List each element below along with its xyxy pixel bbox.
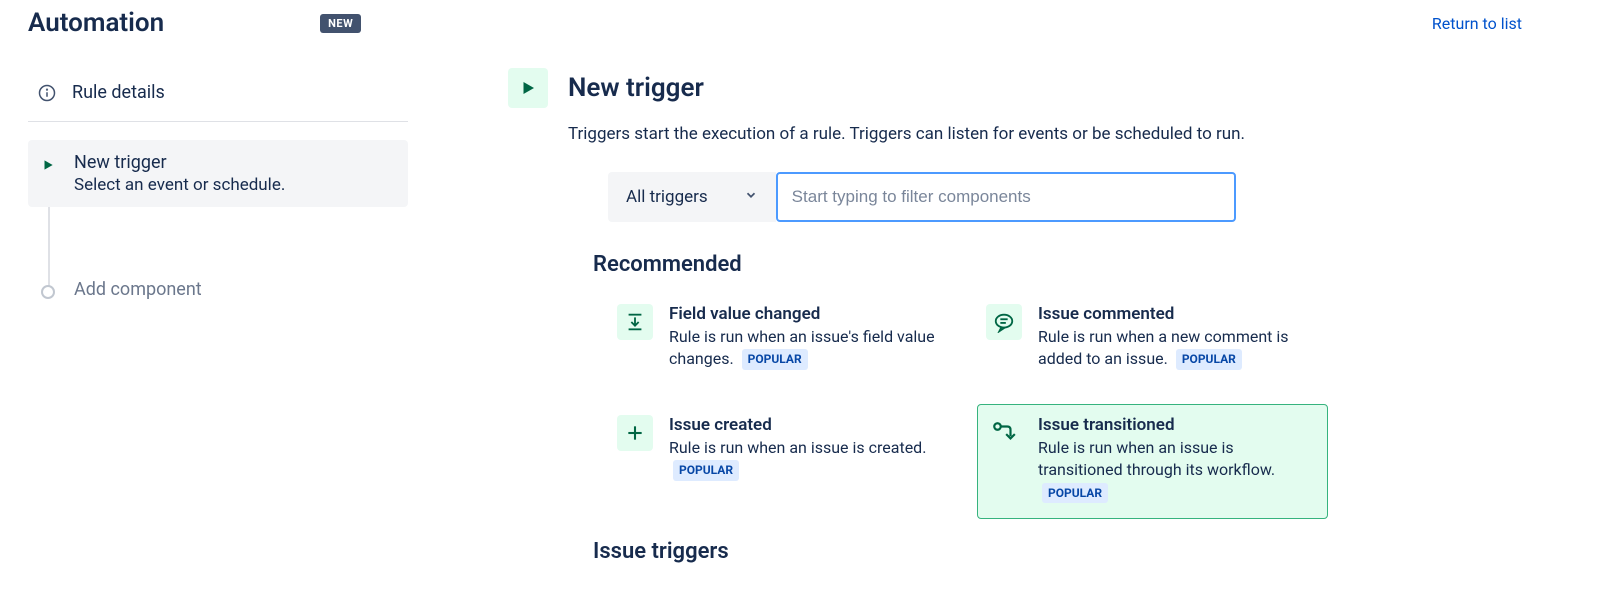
card-desc: Rule is run when an issue is transitione… [1038, 437, 1313, 504]
trigger-card-issue-commented[interactable]: Issue commented Rule is run when a new c… [977, 293, 1328, 386]
card-desc: Rule is run when an issue is created. PO… [669, 437, 944, 482]
popular-tag: POPULAR [1176, 349, 1242, 370]
rule-details-label: Rule details [72, 82, 165, 103]
return-to-list-link[interactable]: Return to list [1432, 14, 1572, 33]
transition-icon [986, 415, 1022, 451]
sidebar-divider [28, 121, 408, 122]
card-title: Issue created [669, 415, 944, 435]
step-title: New trigger [74, 152, 398, 173]
chevron-down-icon [744, 187, 758, 207]
card-body: Issue transitioned Rule is run when an i… [1038, 415, 1313, 504]
info-icon [38, 84, 56, 102]
trigger-category-dropdown[interactable]: All triggers [608, 172, 776, 222]
play-icon [38, 155, 58, 175]
dropdown-label: All triggers [626, 187, 708, 207]
hollow-circle-icon [38, 282, 58, 302]
card-body: Field value changed Rule is run when an … [669, 304, 944, 371]
rule-timeline: New trigger Select an event or schedule.… [28, 140, 408, 314]
card-body: Issue created Rule is run when an issue … [669, 415, 944, 504]
new-badge: NEW [320, 14, 361, 33]
play-icon [508, 68, 548, 108]
card-title: Field value changed [669, 304, 944, 324]
comment-icon [986, 304, 1022, 340]
card-body: Issue commented Rule is run when a new c… [1038, 304, 1313, 371]
field-change-icon [617, 304, 653, 340]
main-description: Triggers start the execution of a rule. … [568, 124, 1458, 144]
card-desc: Rule is run when a new comment is added … [1038, 326, 1313, 371]
step-body: New trigger Select an event or schedule. [74, 152, 398, 195]
filter-row: All triggers [608, 172, 1458, 222]
card-title: Issue commented [1038, 304, 1313, 324]
trigger-card-field-value-changed[interactable]: Field value changed Rule is run when an … [608, 293, 959, 386]
card-desc: Rule is run when an issue's field value … [669, 326, 944, 371]
popular-tag: POPULAR [673, 460, 739, 481]
sidebar: Rule details New trigger Select an event… [28, 68, 408, 580]
main-heading: New trigger [568, 73, 704, 103]
popular-tag: POPULAR [1042, 483, 1108, 504]
timeline-step-add-component[interactable]: Add component [28, 267, 408, 314]
layout: Rule details New trigger Select an event… [0, 38, 1600, 580]
card-title: Issue transitioned [1038, 415, 1313, 435]
step-subtitle: Select an event or schedule. [74, 175, 398, 195]
plus-icon [617, 415, 653, 451]
section-title-recommended: Recommended [593, 252, 1458, 277]
component-filter-input[interactable] [776, 172, 1236, 222]
recommended-card-grid: Field value changed Rule is run when an … [608, 293, 1328, 519]
trigger-card-issue-transitioned[interactable]: Issue transitioned Rule is run when an i… [977, 404, 1328, 519]
main-heading-row: New trigger [508, 68, 1458, 108]
timeline-step-new-trigger[interactable]: New trigger Select an event or schedule. [28, 140, 408, 207]
step-body: Add component [74, 279, 398, 302]
header-left: Automation NEW [28, 8, 361, 38]
main-panel: New trigger Triggers start the execution… [508, 68, 1458, 580]
sidebar-item-rule-details[interactable]: Rule details [28, 68, 408, 117]
page-title: Automation [28, 8, 164, 38]
trigger-card-issue-created[interactable]: Issue created Rule is run when an issue … [608, 404, 959, 519]
step-title: Add component [74, 279, 398, 300]
page-header: Automation NEW Return to list [0, 0, 1600, 38]
popular-tag: POPULAR [742, 349, 808, 370]
section-title-issue-triggers: Issue triggers [593, 539, 1458, 564]
